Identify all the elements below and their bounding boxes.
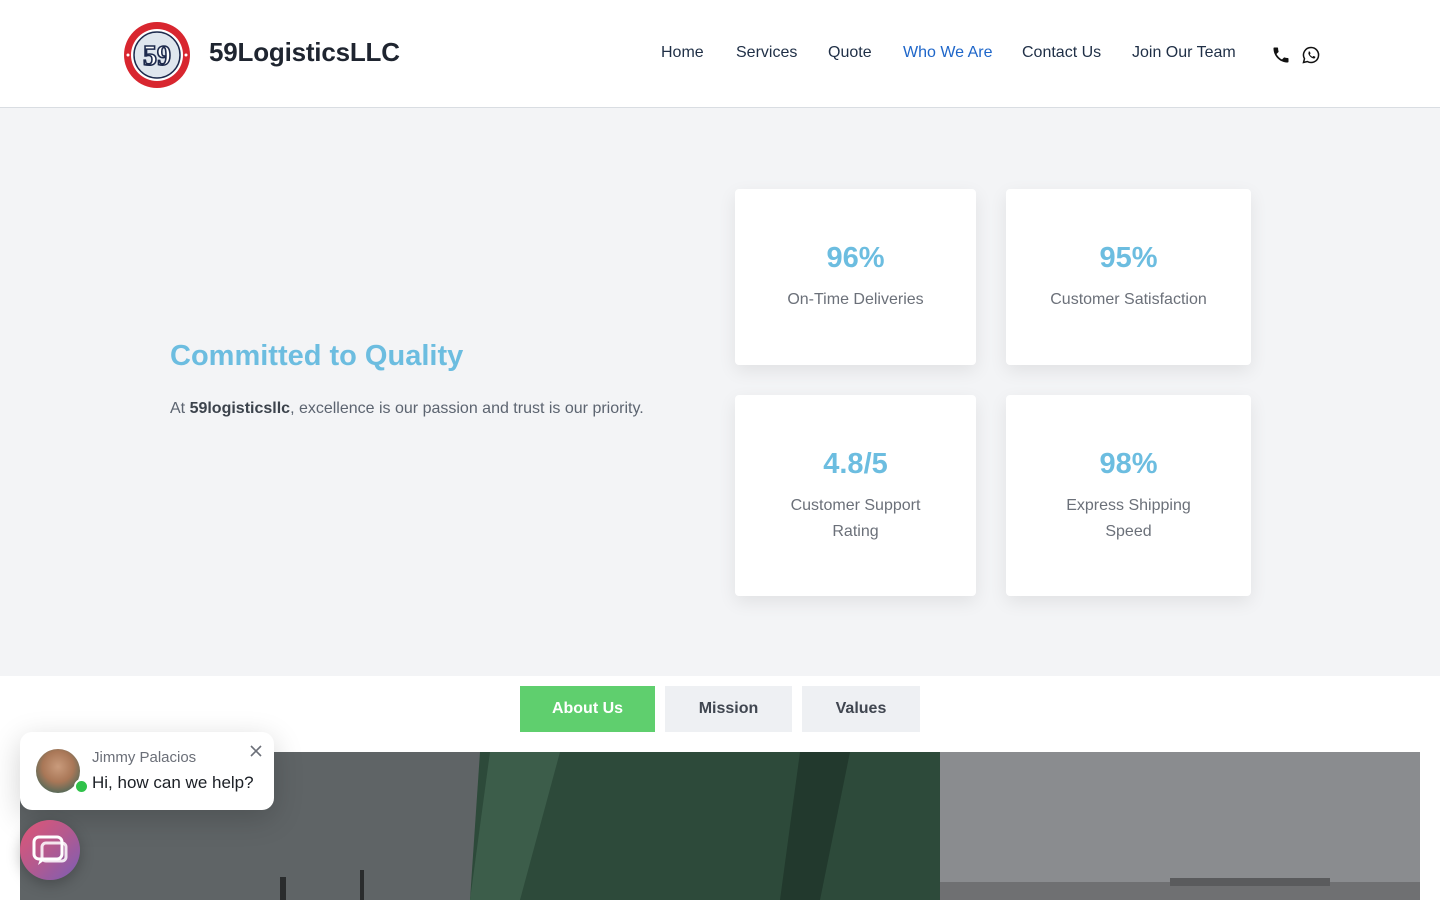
nav-home[interactable]: Home xyxy=(661,44,704,62)
brand-name[interactable]: 59LogisticsLLC xyxy=(209,37,400,68)
nav-quote[interactable]: Quote xyxy=(828,44,872,62)
stat-label: On-Time Deliveries xyxy=(787,291,924,308)
tab-about-us[interactable]: About Us xyxy=(520,686,655,732)
chat-message: Hi, how can we help? xyxy=(92,773,254,792)
stat-value: 95% xyxy=(1099,242,1158,274)
chat-icon xyxy=(32,835,68,865)
nav-join-our-team[interactable]: Join Our Team xyxy=(1132,44,1236,62)
stat-label: Customer Satisfaction xyxy=(1050,291,1207,308)
stat-card-on-time: 96% On-Time Deliveries xyxy=(735,189,976,365)
stat-label: Customer Support Rating xyxy=(790,497,921,540)
stat-card-satisfaction: 95% Customer Satisfaction xyxy=(1006,189,1251,365)
stat-value: 98% xyxy=(1099,448,1158,480)
stat-card-express-shipping: 98% Express Shipping Speed xyxy=(1006,395,1251,596)
section-description: At 59logisticsllc, excellence is our pas… xyxy=(170,400,644,417)
section-title: Committed to Quality xyxy=(170,340,464,372)
svg-text:59: 59 xyxy=(143,41,171,72)
site-header: 59 59LogisticsLLC Home Services Quote Wh… xyxy=(0,0,1440,108)
stat-value: 4.8/5 xyxy=(823,448,888,480)
tab-mission[interactable]: Mission xyxy=(665,686,792,732)
stat-value: 96% xyxy=(826,242,885,274)
nav-services[interactable]: Services xyxy=(736,44,797,62)
stat-card-support-rating: 4.8/5 Customer Support Rating xyxy=(735,395,976,596)
close-icon[interactable] xyxy=(249,744,263,758)
whatsapp-icon[interactable] xyxy=(1301,45,1321,65)
company-name-bold: 59logisticsllc xyxy=(189,400,291,417)
quality-stats-section: Committed to Quality At 59logisticsllc, … xyxy=(0,108,1440,676)
tab-values[interactable]: Values xyxy=(802,686,920,732)
company-logo[interactable]: 59 xyxy=(123,21,191,89)
nav-who-we-are[interactable]: Who We Are xyxy=(903,44,993,62)
chat-launcher-button[interactable] xyxy=(20,820,80,880)
chat-popup[interactable]: Jimmy Palacios Hi, how can we help? xyxy=(20,732,274,810)
online-status-dot xyxy=(74,779,89,794)
phone-icon[interactable] xyxy=(1271,45,1291,65)
stat-label: Express Shipping Speed xyxy=(1066,497,1191,540)
agent-name: Jimmy Palacios xyxy=(92,749,197,766)
nav-contact-us[interactable]: Contact Us xyxy=(1022,44,1101,62)
